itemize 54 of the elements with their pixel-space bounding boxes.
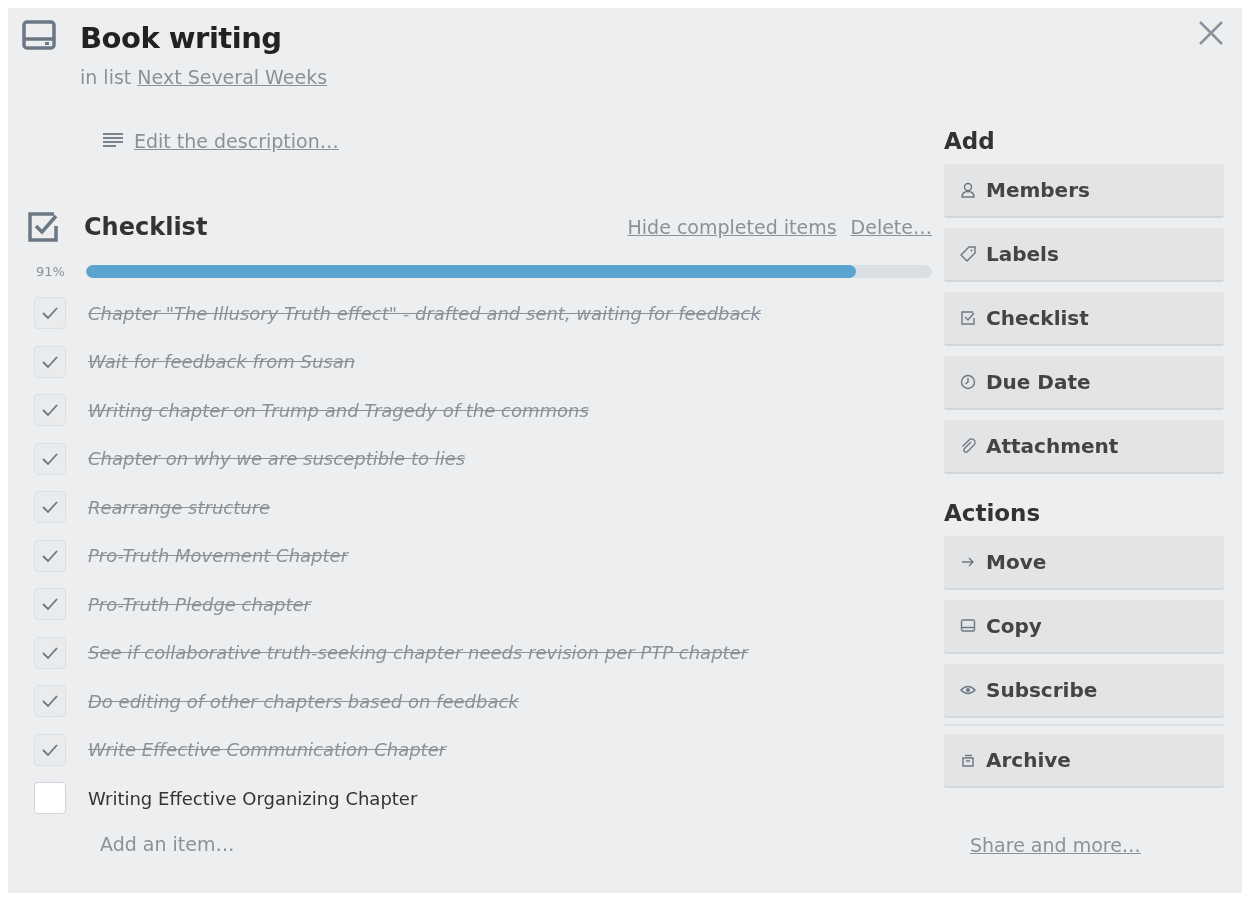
actions-heading: Actions [944,500,1042,526]
checkbox-icon [960,310,976,326]
card-title: Book writing [80,20,283,56]
card-icon [960,618,976,634]
checklist-item-text[interactable]: See if collaborative truth-seeking chapter needs revision per PTP chapter [88,642,749,664]
sidebar-button[interactable]: Members [944,164,1224,218]
checkbox[interactable] [34,685,66,718]
sidebar-button[interactable]: Archive [944,734,1224,788]
sidebar-button[interactable]: Attachment [944,420,1224,474]
paperclip-icon [960,438,976,454]
checkbox[interactable] [34,539,66,572]
sidebar-button[interactable]: Move [944,536,1224,590]
checkbox[interactable] [34,636,66,669]
checklist-item-text[interactable]: Pro-Truth Movement Chapter [88,545,349,567]
list-link[interactable]: Next Several Weeks [137,66,328,88]
sidebar-button[interactable]: Copy [944,600,1224,654]
add-heading: Add [944,128,996,154]
checklist-item-text[interactable]: Wait for feedback from Susan [88,351,356,373]
tag-icon [960,246,976,262]
checklist-item-text[interactable]: Pro-Truth Pledge chapter [88,593,311,615]
checklist-item-text[interactable]: Rearrange structure [88,496,271,518]
checkbox[interactable] [34,442,66,475]
sidebar-button[interactable]: Labels [944,228,1224,282]
checklist-item-text[interactable]: Chapter on why we are susceptible to lies [88,448,466,470]
close-icon[interactable] [1198,20,1224,46]
progress-percent: 91% [36,264,66,279]
clock-icon [960,374,976,390]
add-item-link[interactable]: Add an item… [100,832,235,855]
checkbox[interactable] [34,588,66,621]
checkbox[interactable] [34,491,66,524]
checklist-title: Checklist [84,213,208,241]
hide-completed-link[interactable]: Hide completed items [627,216,837,238]
checklist-item-text[interactable]: Writing Effective Organizing Chapter [88,787,418,809]
description-icon [102,132,124,150]
sidebar-button[interactable]: Checklist [944,292,1224,346]
checklist-icon [26,210,60,244]
card-icon [22,20,56,50]
checklist-item-text[interactable]: Do editing of other chapters based on feedback [88,690,519,712]
sidebar-button[interactable]: Due Date [944,356,1224,410]
share-link[interactable]: Share and more… [970,834,1141,856]
checklist-item-text[interactable]: Chapter "The Illusory Truth effect" - drafted and sent, waiting for feedback [88,302,761,324]
checklist-item-text[interactable]: Write Effective Communication Chapter [88,739,447,761]
checkbox[interactable] [34,297,66,330]
checkbox[interactable] [34,345,66,378]
checkbox[interactable] [34,394,66,427]
checkbox[interactable] [34,782,66,815]
checkbox[interactable] [34,733,66,766]
delete-link[interactable]: Delete… [850,216,932,238]
person-icon [960,182,976,198]
archive-icon [960,752,976,768]
list-label: in list [80,66,132,88]
sidebar-button[interactable]: Subscribe [944,664,1224,718]
checklist-item-text[interactable]: Writing chapter on Trump and Tragedy of the commons [88,399,589,421]
edit-description-link[interactable]: Edit the description… [134,130,339,152]
